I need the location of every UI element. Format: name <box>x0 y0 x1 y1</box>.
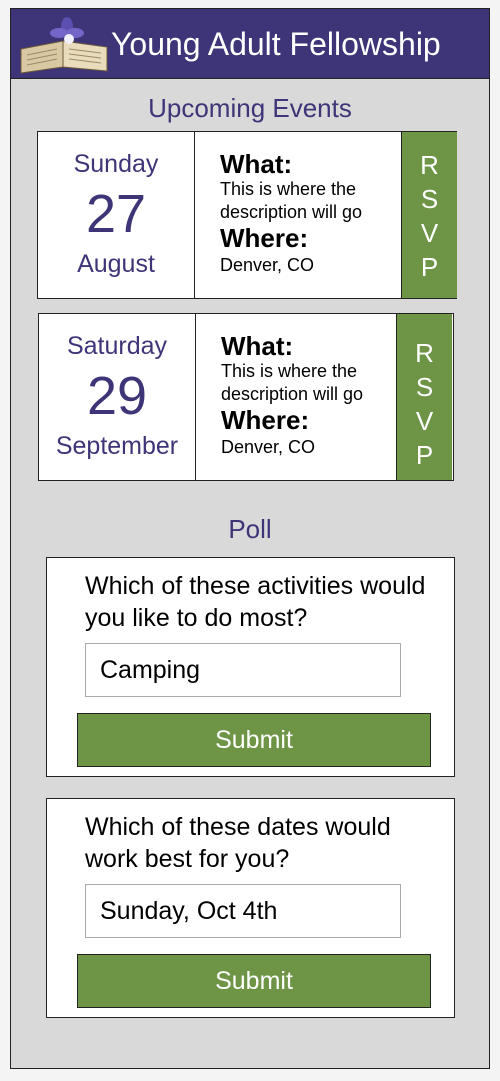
event-day-of-week: Saturday <box>66 332 168 360</box>
event-info: What: This is where the description will… <box>220 150 410 277</box>
what-label: What: <box>220 149 293 179</box>
event-info: What: This is where the description will… <box>221 332 411 459</box>
app-frame: Young Adult Fellowship Upcoming Events S… <box>10 8 490 1069</box>
poll-section-title: Poll <box>228 514 272 544</box>
app-header: Young Adult Fellowship <box>11 9 489 79</box>
poll-card: Which of these dates would work best for… <box>46 798 455 1018</box>
event-month: August <box>77 250 155 278</box>
event-month: September <box>55 432 179 460</box>
event-location: Denver, CO <box>220 255 315 275</box>
submit-button[interactable]: Submit <box>77 954 431 1008</box>
event-description: This is where the description will go <box>221 361 364 404</box>
rsvp-letter: S <box>420 184 439 214</box>
rsvp-letter: S <box>415 372 434 402</box>
rsvp-button[interactable]: R S V P <box>401 132 457 298</box>
event-day-of-week: Sunday <box>73 150 159 178</box>
poll-question: Which of these dates would work best for… <box>85 813 391 873</box>
bible-with-flower-icon <box>20 17 108 74</box>
poll-answer-input[interactable] <box>85 884 401 938</box>
event-date: Sunday 27 August <box>38 132 195 298</box>
rsvp-letter: V <box>420 218 439 248</box>
events-section-title: Upcoming Events <box>148 93 352 123</box>
event-day: 27 <box>85 184 147 244</box>
where-label: Where: <box>221 405 310 435</box>
rsvp-letter: V <box>415 406 434 436</box>
app-title: Young Adult Fellowship <box>111 26 441 62</box>
poll-question: Which of these activities would you like… <box>85 572 426 632</box>
event-day: 29 <box>86 366 148 426</box>
event-date: Saturday 29 September <box>39 314 196 480</box>
what-label: What: <box>221 331 294 361</box>
rsvp-letter: R <box>415 338 434 368</box>
rsvp-letter: P <box>415 440 434 470</box>
event-card: Saturday 29 September What: This is wher… <box>38 313 454 481</box>
event-description: This is where the description will go <box>220 179 363 222</box>
event-card: Sunday 27 August What: This is where the… <box>37 131 457 299</box>
where-label: Where: <box>220 223 309 253</box>
event-location: Denver, CO <box>221 437 316 457</box>
rsvp-letter: P <box>420 252 439 282</box>
rsvp-button[interactable]: R S V P <box>396 314 452 480</box>
poll-answer-input[interactable] <box>85 643 401 697</box>
rsvp-letter: R <box>420 150 439 180</box>
submit-button[interactable]: Submit <box>77 713 431 767</box>
poll-card: Which of these activities would you like… <box>46 557 455 777</box>
